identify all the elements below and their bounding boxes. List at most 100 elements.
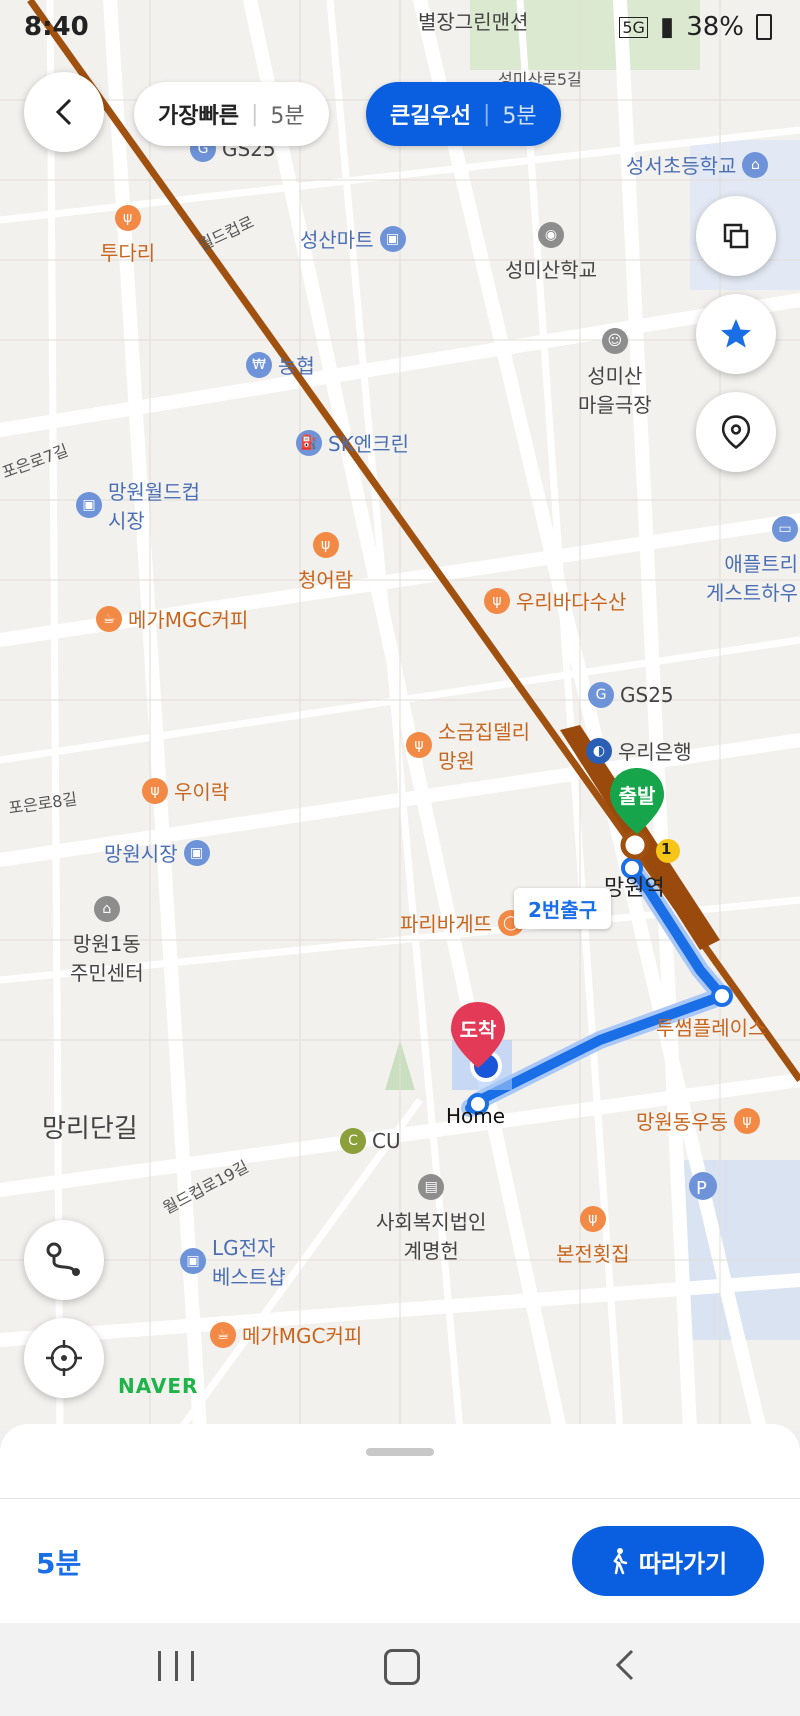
poi-cafe-2[interactable]: ☕ 메가MGC커피 [210,1320,362,1349]
cafe-icon: ☕ [210,1321,236,1348]
restaurant-icon: ψ [406,732,432,758]
battery-icon [756,14,772,40]
school-icon: ⌂ [742,151,769,178]
poi-market[interactable]: ▣ 망원월드컵 시장 [76,476,200,534]
poi-twosome[interactable]: 투썸플레이스 [656,1012,766,1041]
tab-main-road-time: 5분 [502,104,537,129]
route-duration: 5분 [36,1547,82,1580]
chevron-left-icon [55,98,72,126]
poi-uirak[interactable]: ψ 우이락 [142,776,229,805]
station-label: 망원역 [604,876,665,901]
poi-nonghyup[interactable]: ₩ 농협 [246,350,315,379]
gas-station-icon: ⛽ [296,429,322,456]
poi-theater[interactable]: ☺ 성미산 마을극장 [578,328,652,418]
shopping-icon: ▣ [379,225,406,252]
map-view[interactable]: P 성산마트 ▣ ◉ 성미산학교 ψ 투다리 ₩ 농협 ⛽ SK엔크린 ☺ 성미산 마을극장… [0,0,800,1430]
cafe-icon: ☕ [96,605,122,632]
shopping-icon: ▣ [76,492,102,518]
shopping-icon: ▣ [180,1248,206,1274]
poi-community-center[interactable]: ⌂ 망원1동 주민센터 [70,896,144,986]
school-icon: ◉ [538,222,564,248]
network-icon: 5G [619,16,648,38]
recent-apps-icon [158,1651,161,1681]
tab-divider: | [250,101,259,127]
exit-number: 1 [661,840,672,858]
divider [0,1498,800,1499]
poi-gas-station[interactable]: ⛽ SK엔크린 [296,428,409,457]
bank-icon: ₩ [246,351,272,378]
recent-apps-icon-bar [174,1651,178,1681]
theater-icon: ☺ [601,328,628,354]
home-button[interactable] [384,1649,420,1685]
hotel-icon: ▭ [772,516,798,542]
map-pin-outline-icon [721,415,751,449]
poi-mart[interactable]: 성산마트 ▣ [300,224,406,253]
poi-cheongeoram[interactable]: ψ 청어람 [298,532,353,593]
restaurant-icon: ψ [114,205,141,231]
poi-guesthouse[interactable]: ▭ 애플트리 게스트하우 [706,516,798,606]
current-location-button[interactable] [24,1318,104,1398]
tab-fastest-label: 가장빠른 [158,104,239,129]
recent-apps-button[interactable] [158,1651,194,1681]
svg-text:P: P [696,1178,707,1199]
status-bar: 8:40 5G ▮ 38% [0,0,800,60]
battery-level: 38% [686,12,744,42]
walking-icon [613,1548,628,1575]
poi-tudari[interactable]: ψ 투다리 [100,205,155,266]
restaurant-icon: ψ [734,1107,760,1134]
recent-apps-icon-bar [191,1651,194,1681]
layers-icon [723,223,749,249]
route-button[interactable] [24,1220,104,1300]
poi-bank[interactable]: ◐ 우리은행 [586,736,692,765]
layers-button[interactable] [696,196,776,276]
poi-seafood[interactable]: ψ 우리바다수산 [484,586,626,615]
restaurant-icon: ψ [579,1206,606,1232]
drag-handle[interactable] [366,1448,434,1456]
home-label: Home [446,1104,506,1128]
poi-mangwon-market[interactable]: 망원시장 ▣ [104,838,210,867]
bank-icon: ◐ [586,737,612,764]
end-marker-label: 도착 [459,1018,497,1042]
tab-fastest[interactable]: 가장빠른 | 5분 [134,82,329,146]
status-time: 8:40 [24,12,89,42]
naver-logo: NAVER [118,1374,199,1398]
area-mangridangil: 망리단길 [42,1114,138,1144]
location-pin-button[interactable] [696,392,776,472]
convenience-store-icon: G [588,682,614,708]
poi-cafe[interactable]: ☕ 메가MGC커피 [96,604,248,633]
system-nav-bar [0,1623,800,1716]
convenience-store-icon: C [340,1128,366,1154]
tab-main-road[interactable]: 큰길우선 | 5분 [366,82,561,146]
back-nav-button[interactable] [612,1647,638,1683]
route-icon [46,1242,80,1276]
follow-button[interactable]: 따라가기 [572,1526,764,1596]
poi-school[interactable]: ◉ 성미산학교 [505,222,597,283]
poi-elementary[interactable]: 성서초등학교 ⌂ [626,150,769,179]
poi-gs25[interactable]: G GS25 [588,682,674,708]
poi-udon[interactable]: 망원동우동 ψ [636,1106,760,1135]
restaurant-icon: ψ [312,532,339,558]
tab-main-road-label: 큰길우선 [390,104,471,129]
exit-label[interactable]: 2번출구 [514,888,612,929]
status-icons: 5G ▮ 38% [619,12,772,42]
poi-lg[interactable]: ▣ LG전자 베스트샵 [180,1232,286,1290]
crosshair-icon [46,1340,82,1376]
tab-fastest-time: 5분 [270,104,305,129]
end-marker[interactable]: 도착 [449,1000,507,1070]
restaurant-icon: ψ [142,777,168,804]
poi-bakery[interactable]: 파리바게뜨 ◯ [400,908,524,937]
poi-welfare[interactable]: ▤ 사회복지법인 계명헌 [376,1174,486,1264]
signal-icon: ▮ [659,12,675,42]
shopping-icon: ▣ [183,839,210,866]
poi-cu[interactable]: C CU [340,1128,401,1154]
government-icon: ⌂ [93,896,120,922]
bottom-sheet: 5분 따라가기 [0,1424,800,1624]
poi-bonjeon[interactable]: ψ 본전횟집 [556,1206,630,1267]
start-marker[interactable]: 출발 [608,766,666,836]
building-icon: ▤ [418,1174,445,1200]
follow-button-label: 따라가기 [638,1549,728,1578]
favorites-button[interactable] [696,294,776,374]
star-icon [721,319,751,348]
back-button[interactable] [24,72,104,152]
poi-deli[interactable]: ψ 소금집델리 망원 [406,716,530,774]
